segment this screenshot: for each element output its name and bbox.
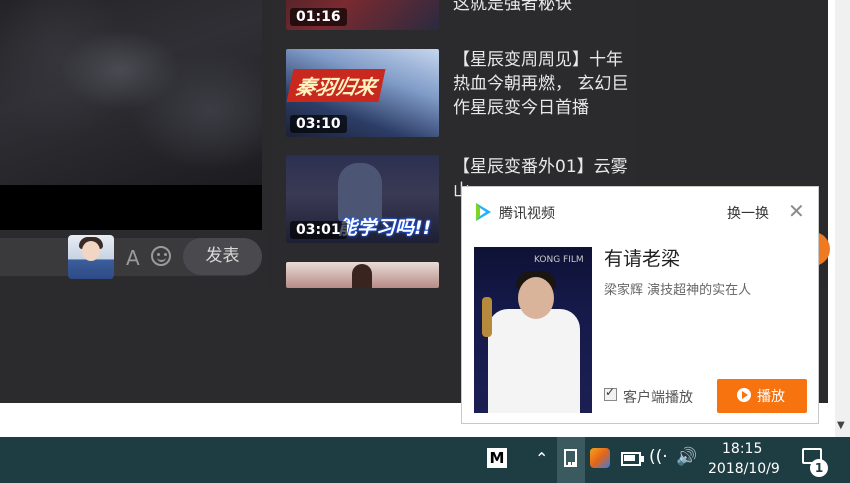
scrollbar[interactable] <box>835 0 850 440</box>
clock-date[interactable]: 2018/10/9 <box>708 461 780 477</box>
thumbnail-figure <box>352 264 372 288</box>
tray-app-icon[interactable] <box>590 448 610 468</box>
video-player[interactable] <box>0 0 262 230</box>
play-button[interactable]: 播放 <box>717 379 807 413</box>
clock-time[interactable]: 18:15 <box>722 441 762 457</box>
font-style-icon[interactable]: A <box>126 246 140 270</box>
duration-badge: 01:16 <box>290 8 347 26</box>
playlist-item-title[interactable]: 这就是强者秘诀 <box>453 0 633 16</box>
refresh-button[interactable]: 换一换 <box>727 203 769 223</box>
client-play-label[interactable]: 客户端播放 <box>623 387 693 407</box>
video-frame <box>0 0 262 185</box>
show-hidden-icons-chevron-icon[interactable]: ⌃ <box>535 449 548 468</box>
close-icon[interactable]: ✕ <box>788 199 805 223</box>
duration-badge: 03:01 <box>290 221 347 239</box>
thumbnail-figure-face <box>518 277 554 319</box>
notification-count-badge: 1 <box>810 459 828 477</box>
m-app-icon[interactable]: M <box>487 448 507 468</box>
playlist-item-title[interactable]: 【星辰变周周见】十年热血今朝再燃， 玄幻巨作星辰变今日首播 <box>453 48 633 120</box>
wifi-icon[interactable]: ((· <box>649 447 668 467</box>
playlist-thumbnail[interactable]: 01:16 <box>286 0 439 30</box>
popup-description: 梁家辉 演技超神的实在人 <box>604 283 752 298</box>
tencent-video-popup: 腾讯视频 换一换 ✕ KONG FILM 有请老梁 梁家辉 演技超神的实在人 客… <box>461 186 819 424</box>
playlist-thumbnail[interactable]: 秦羽归来 03:10 <box>286 49 439 137</box>
duration-badge: 03:10 <box>290 115 347 133</box>
taskbar: M ⌃ ((· 🔊 18:15 2018/10/9 1 <box>0 437 850 483</box>
send-comment-button[interactable]: 发表 <box>183 238 262 275</box>
battery-level <box>624 455 635 461</box>
thumbnail-caption: KONG FILM <box>534 255 584 265</box>
scroll-down-arrow-icon[interactable]: ▼ <box>837 420 845 431</box>
avatar-face <box>82 241 100 261</box>
popup-thumbnail[interactable]: KONG FILM <box>474 247 592 413</box>
play-button-label: 播放 <box>757 389 785 405</box>
popup-brand-name: 腾讯视频 <box>499 206 555 222</box>
tencent-video-logo-icon <box>476 203 491 221</box>
playlist-thumbnail[interactable]: 能学习吗!! 03:01 <box>286 155 439 243</box>
avatar[interactable] <box>68 235 114 279</box>
thumbnail-banner: 能学习吗!! <box>338 217 432 239</box>
play-icon <box>737 388 751 402</box>
bookmark-icon[interactable] <box>564 449 577 467</box>
trophy-icon <box>482 297 492 337</box>
volume-icon[interactable]: 🔊 <box>676 447 697 467</box>
thumbnail-banner: 秦羽归来 <box>286 69 386 102</box>
client-play-checkbox[interactable] <box>604 385 617 401</box>
emoji-icon[interactable] <box>151 246 171 266</box>
thumbnail-figure <box>488 309 580 413</box>
playlist-thumbnail[interactable] <box>286 262 439 288</box>
video-letterbox <box>0 185 262 230</box>
popup-title[interactable]: 有请老梁 <box>604 244 680 271</box>
